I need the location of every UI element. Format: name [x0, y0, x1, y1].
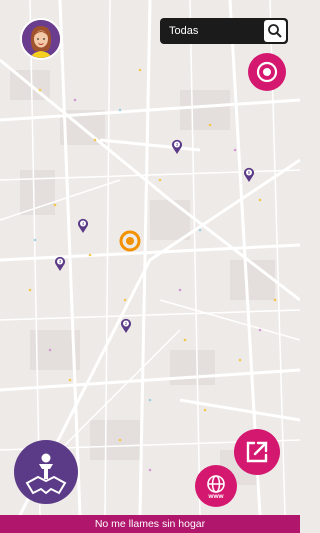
user-avatar[interactable] — [20, 18, 62, 60]
map-marker[interactable]: 2 — [120, 318, 132, 333]
user-location-indicator — [119, 230, 141, 252]
search-icon — [268, 24, 282, 38]
map-marker[interactable]: 6 — [243, 167, 255, 182]
svg-text:www: www — [207, 493, 224, 500]
map-guide-button[interactable] — [13, 439, 79, 505]
locate-button[interactable] — [247, 52, 287, 92]
search-input-value[interactable]: Todas — [169, 25, 198, 37]
footer-banner: No me llames sin hogar — [0, 515, 300, 533]
user-avatar-illustration-icon — [22, 20, 60, 58]
map-marker[interactable]: 4 — [77, 218, 89, 233]
footer-text: No me llames sin hogar — [94, 518, 206, 530]
map-marker[interactable]: 3 — [54, 256, 66, 271]
search-button[interactable] — [264, 20, 286, 42]
website-button[interactable]: www — [194, 464, 238, 508]
share-button[interactable] — [233, 428, 281, 476]
category-search-bar[interactable]: Todas — [160, 18, 288, 44]
map-marker[interactable]: 3 — [171, 139, 183, 154]
